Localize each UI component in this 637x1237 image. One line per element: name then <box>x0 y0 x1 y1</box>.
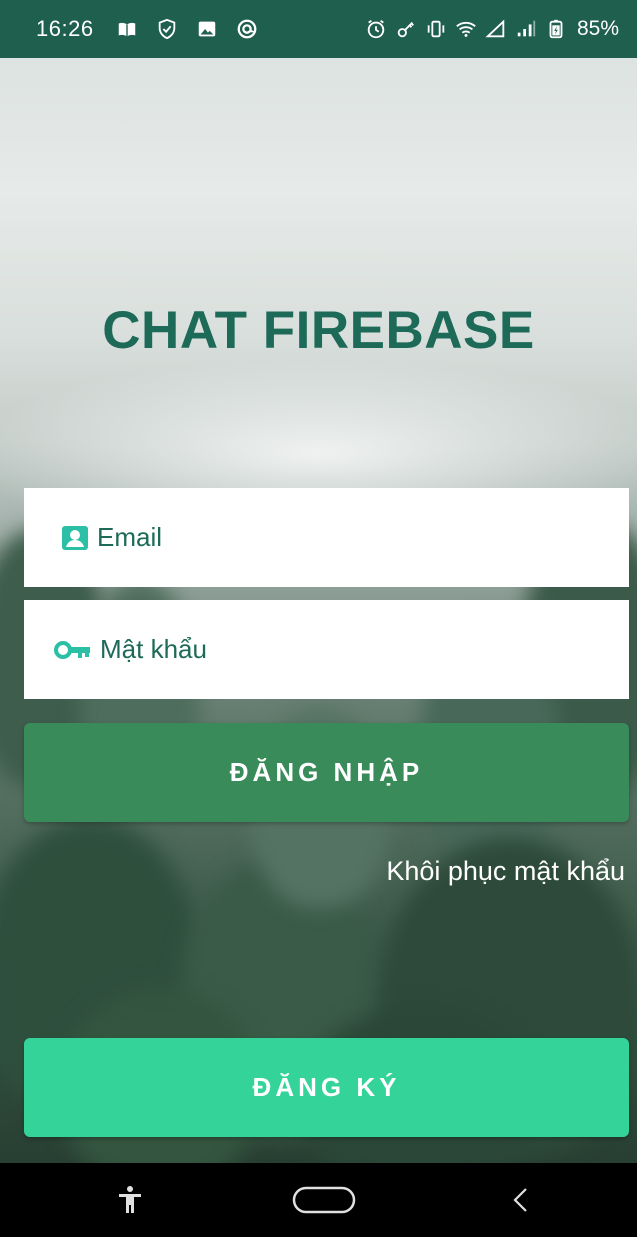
status-system-icons: 85% <box>365 17 619 41</box>
app-title: CHAT FIREBASE <box>102 301 535 360</box>
wifi-icon <box>455 18 477 40</box>
image-icon <box>196 18 218 40</box>
forgot-password-link[interactable]: Khôi phục mật khẩu <box>386 856 625 887</box>
status-bar: 16:26 85% <box>0 0 637 58</box>
email-field[interactable] <box>24 488 629 587</box>
email-input[interactable] <box>97 522 577 553</box>
home-button[interactable] <box>284 1163 364 1237</box>
register-button[interactable]: ĐĂNG KÝ <box>24 1038 629 1137</box>
status-time: 16:26 <box>36 16 94 41</box>
back-button[interactable] <box>485 1163 555 1237</box>
shield-check-icon <box>156 18 178 40</box>
signal-empty-icon <box>485 18 507 40</box>
battery-percentage: 85% <box>576 17 619 40</box>
password-field[interactable] <box>24 600 629 699</box>
accessibility-button[interactable] <box>95 1163 165 1237</box>
home-pill-icon <box>292 1186 356 1214</box>
signal-bars-icon <box>515 18 537 40</box>
alarm-icon <box>365 18 387 40</box>
accessibility-icon <box>119 1186 141 1213</box>
status-notification-icons <box>116 18 258 40</box>
key-icon <box>395 18 417 40</box>
password-input[interactable] <box>100 634 580 665</box>
person-card-icon <box>61 525 89 551</box>
key-icon <box>54 639 92 661</box>
navigation-bar <box>0 1163 637 1237</box>
login-button[interactable]: ĐĂNG NHẬP <box>24 723 629 822</box>
book-icon <box>116 18 138 40</box>
vibrate-icon <box>425 18 447 40</box>
circle-at-icon <box>236 18 258 40</box>
back-chevron-icon <box>513 1188 527 1212</box>
battery-icon <box>545 18 567 40</box>
